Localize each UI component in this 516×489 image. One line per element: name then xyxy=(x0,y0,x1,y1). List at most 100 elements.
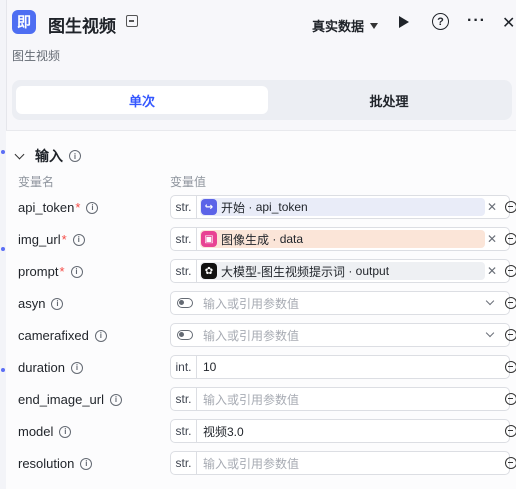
param-value-field[interactable]: str. 视频3.0 xyxy=(170,419,510,443)
chevron-down-icon[interactable] xyxy=(485,328,495,338)
param-row: model i str. 视频3.0 xyxy=(0,419,516,445)
type-badge: str. xyxy=(171,260,197,282)
connector-dot xyxy=(1,150,5,154)
reference-toggle-icon[interactable] xyxy=(505,265,516,277)
ref-source: 开始 xyxy=(221,200,246,215)
reference-toggle-icon[interactable] xyxy=(505,361,516,373)
param-value-field[interactable]: str. ▣ 图像生成 · data ✕ xyxy=(170,227,510,251)
page-title: 图生视频 xyxy=(48,17,116,36)
type-badge: str. xyxy=(171,452,197,474)
tab-single[interactable]: 单次 xyxy=(16,86,268,114)
param-label: api_token xyxy=(18,200,75,215)
reference-toggle-icon[interactable] xyxy=(505,201,516,213)
reference-toggle-icon[interactable] xyxy=(505,457,516,469)
param-label: model xyxy=(18,424,54,439)
app-icon: 即 xyxy=(12,10,36,34)
run-icon[interactable] xyxy=(399,16,409,28)
reference-chip: ✿ 大模型-图生视频提示词 · output xyxy=(200,262,485,280)
param-row: camerafixed i 输入或引用参数值 xyxy=(0,323,516,349)
reference-toggle-icon[interactable] xyxy=(505,329,516,341)
reference-chip: ▣ 图像生成 · data xyxy=(200,230,485,248)
info-icon: i xyxy=(80,457,93,470)
chevron-down-icon xyxy=(14,149,25,159)
section-title: 输入 xyxy=(35,148,63,164)
param-value-select[interactable]: 输入或引用参数值 xyxy=(170,291,510,315)
tab-batch[interactable]: 批处理 xyxy=(270,86,508,114)
input-section-header[interactable]: 输入 i xyxy=(14,146,81,166)
close-icon[interactable]: ✕ xyxy=(502,13,515,33)
param-row: duration i int. 10 xyxy=(0,355,516,381)
info-icon: i xyxy=(70,361,83,374)
param-label: camerafixed xyxy=(18,328,89,343)
info-icon: i xyxy=(59,425,72,438)
param-value-field[interactable]: str. 输入或引用参数值 xyxy=(170,387,510,411)
reference-toggle-icon[interactable] xyxy=(505,297,516,309)
placeholder-text: 输入或引用参数值 xyxy=(203,456,300,471)
toggle-icon[interactable] xyxy=(177,298,193,308)
param-name: api_token * i xyxy=(18,200,99,215)
data-mode-label: 真实数据 xyxy=(312,19,365,34)
param-name: img_url * i xyxy=(18,232,85,247)
param-row: prompt * i str. ✿ 大模型-图生视频提示词 · output ✕ xyxy=(0,259,516,285)
param-value: 10 xyxy=(203,360,217,374)
clear-icon[interactable]: ✕ xyxy=(487,232,497,246)
reference-toggle-icon[interactable] xyxy=(505,393,516,405)
clear-icon[interactable]: ✕ xyxy=(487,200,497,214)
help-icon[interactable]: ? xyxy=(432,13,449,30)
param-row: img_url * i str. ▣ 图像生成 · data ✕ xyxy=(0,227,516,253)
param-row: api_token * i str. ↪ 开始 · api_token ✕ xyxy=(0,195,516,221)
reference-toggle-icon[interactable] xyxy=(505,425,516,437)
type-badge: str. xyxy=(171,228,197,250)
ref-value: api_token xyxy=(255,200,308,214)
mode-tabs: 单次 批处理 xyxy=(12,80,512,120)
toggle-icon[interactable] xyxy=(177,330,193,340)
param-value-field[interactable]: str. ↪ 开始 · api_token ✕ xyxy=(170,195,510,219)
placeholder-text: 输入或引用参数值 xyxy=(203,328,300,343)
reference-chip: ↪ 开始 · api_token xyxy=(200,198,485,216)
param-value-select[interactable]: 输入或引用参数值 xyxy=(170,323,510,347)
chevron-down-icon[interactable] xyxy=(485,296,495,306)
param-label: asyn xyxy=(18,296,46,311)
param-value-field[interactable]: str. ✿ 大模型-图生视频提示词 · output ✕ xyxy=(170,259,510,283)
param-label: end_image_url xyxy=(18,392,105,407)
param-label: prompt xyxy=(18,264,59,279)
placeholder-text: 输入或引用参数值 xyxy=(203,296,300,311)
info-icon: i xyxy=(86,201,99,214)
param-name: asyn i xyxy=(18,296,64,311)
caret-down-icon xyxy=(370,22,379,29)
image-generation-icon: ▣ xyxy=(201,231,217,247)
clear-icon[interactable]: ✕ xyxy=(487,264,497,278)
start-node-icon: ↪ xyxy=(201,199,217,215)
ref-source: 大模型-图生视频提示词 xyxy=(221,264,345,279)
param-row: end_image_url i str. 输入或引用参数值 xyxy=(0,387,516,413)
param-label: resolution xyxy=(18,456,75,471)
param-label: img_url xyxy=(18,232,61,247)
header: 即 图生视频 真实数据 ? ··· ✕ xyxy=(12,10,516,38)
edit-title-icon[interactable] xyxy=(126,15,138,27)
param-name: resolution i xyxy=(18,456,93,471)
data-mode-select[interactable]: 真实数据 xyxy=(312,16,379,35)
reference-toggle-icon[interactable] xyxy=(505,233,516,245)
llm-node-icon: ✿ xyxy=(201,263,217,279)
param-value-field[interactable]: str. 输入或引用参数值 xyxy=(170,451,510,475)
type-badge: str. xyxy=(171,388,197,410)
placeholder-text: 输入或引用参数值 xyxy=(203,392,300,407)
more-icon[interactable]: ··· xyxy=(467,12,486,30)
required-mark: * xyxy=(59,264,65,279)
required-mark: * xyxy=(61,232,67,247)
column-header-name: 变量名 xyxy=(18,175,55,189)
info-icon: i xyxy=(110,393,123,406)
param-value-field[interactable]: int. 10 xyxy=(170,355,510,379)
param-row: resolution i str. 输入或引用参数值 xyxy=(0,451,516,477)
param-name: duration i xyxy=(18,360,83,375)
ref-value: data xyxy=(279,232,304,246)
param-name: camerafixed i xyxy=(18,328,107,343)
ref-value: output xyxy=(355,264,390,278)
type-badge: int. xyxy=(171,356,197,378)
node-subtitle: 图生视频 xyxy=(12,49,61,63)
info-icon: i xyxy=(69,150,81,162)
param-name: prompt * i xyxy=(18,264,83,279)
param-label: duration xyxy=(18,360,65,375)
info-icon: i xyxy=(51,297,64,310)
type-badge: str. xyxy=(171,420,197,442)
